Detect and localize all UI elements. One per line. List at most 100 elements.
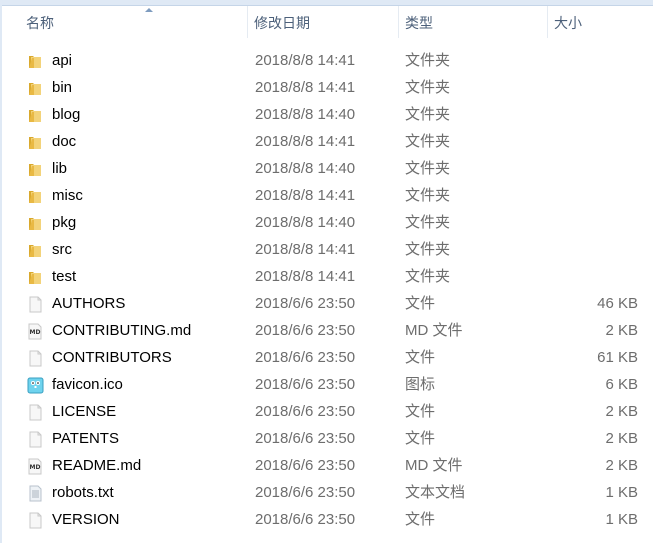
text-file-icon <box>27 484 44 502</box>
file-size: 2 KB <box>605 457 638 474</box>
file-name: test <box>52 268 77 285</box>
file-name: bin <box>52 79 73 96</box>
markdown-file-icon: MD <box>27 457 44 475</box>
folder-icon <box>27 79 44 96</box>
file-name: lib <box>52 160 68 177</box>
file-type: 文件 <box>405 430 436 447</box>
file-date: 2018/6/6 23:50 <box>255 511 356 528</box>
file-row[interactable]: AUTHORS 2018/6/6 23:50 文件 46 KB <box>0 290 653 317</box>
column-header: 名称 修改日期 类型 大小 <box>2 6 653 38</box>
file-icon <box>27 349 44 367</box>
file-row[interactable]: LICENSE 2018/6/6 23:50 文件 2 KB <box>0 398 653 425</box>
file-type: 文件夹 <box>405 241 451 258</box>
file-row[interactable]: doc 2018/8/8 14:41 文件夹 <box>0 128 653 155</box>
file-icon <box>27 403 44 421</box>
file-name: src <box>52 241 72 258</box>
file-row[interactable]: bin 2018/8/8 14:41 文件夹 <box>0 74 653 101</box>
file-size: 46 KB <box>597 295 638 312</box>
folder-icon <box>27 214 44 231</box>
file-size: 1 KB <box>605 484 638 501</box>
file-name: CONTRIBUTING.md <box>52 322 192 339</box>
file-type: 文件夹 <box>405 214 451 231</box>
file-date: 2018/8/8 14:41 <box>255 241 356 258</box>
file-type: 文件夹 <box>405 187 451 204</box>
file-date: 2018/8/8 14:40 <box>255 214 356 231</box>
file-date: 2018/6/6 23:50 <box>255 457 356 474</box>
file-date: 2018/6/6 23:50 <box>255 376 356 393</box>
column-label: 大小 <box>554 15 582 31</box>
file-row[interactable]: test 2018/8/8 14:41 文件夹 <box>0 263 653 290</box>
file-name: VERSION <box>52 511 120 528</box>
file-name: misc <box>52 187 83 204</box>
markdown-file-icon: MD <box>27 322 44 340</box>
file-row[interactable]: CONTRIBUTORS 2018/6/6 23:50 文件 61 KB <box>0 344 653 371</box>
file-row[interactable]: src 2018/8/8 14:41 文件夹 <box>0 236 653 263</box>
file-type: MD 文件 <box>405 322 463 339</box>
file-date: 2018/8/8 14:41 <box>255 52 356 69</box>
file-row[interactable]: favicon.ico 2018/6/6 23:50 图标 6 KB <box>0 371 653 398</box>
folder-icon <box>27 268 44 285</box>
file-date: 2018/8/8 14:41 <box>255 187 356 204</box>
file-row[interactable]: VERSION 2018/6/6 23:50 文件 1 KB <box>0 506 653 533</box>
file-date: 2018/8/8 14:40 <box>255 106 356 123</box>
file-type: 文件 <box>405 511 436 528</box>
file-row[interactable]: misc 2018/8/8 14:41 文件夹 <box>0 182 653 209</box>
folder-icon <box>27 241 44 258</box>
file-name: AUTHORS <box>52 295 126 312</box>
file-row[interactable]: MD README.md 2018/6/6 23:50 MD 文件 2 KB <box>0 452 653 479</box>
column-header-type[interactable]: 类型 <box>399 6 548 38</box>
file-type: 文件夹 <box>405 160 451 177</box>
file-row[interactable]: PATENTS 2018/6/6 23:50 文件 2 KB <box>0 425 653 452</box>
file-date: 2018/6/6 23:50 <box>255 403 356 420</box>
column-header-name[interactable]: 名称 <box>20 6 248 38</box>
column-header-date[interactable]: 修改日期 <box>248 6 399 38</box>
file-date: 2018/6/6 23:50 <box>255 349 356 366</box>
column-label: 修改日期 <box>254 15 310 31</box>
gopher-icon <box>27 376 44 394</box>
file-name: favicon.ico <box>52 376 123 393</box>
file-date: 2018/6/6 23:50 <box>255 295 356 312</box>
folder-icon <box>27 160 44 177</box>
file-icon <box>27 430 44 448</box>
column-label: 名称 <box>26 15 54 31</box>
folder-icon <box>27 133 44 150</box>
file-type: 文件夹 <box>405 133 451 150</box>
file-row[interactable]: api 2018/8/8 14:41 文件夹 <box>0 47 653 74</box>
file-row[interactable]: lib 2018/8/8 14:40 文件夹 <box>0 155 653 182</box>
file-type: MD 文件 <box>405 457 463 474</box>
file-type: 图标 <box>405 376 436 393</box>
file-row[interactable]: robots.txt 2018/6/6 23:50 文本文档 1 KB <box>0 479 653 506</box>
sort-ascending-icon <box>145 8 153 12</box>
file-date: 2018/8/8 14:41 <box>255 79 356 96</box>
folder-icon <box>27 187 44 204</box>
file-size: 2 KB <box>605 403 638 420</box>
svg-text:MD: MD <box>30 329 41 336</box>
file-name: LICENSE <box>52 403 117 420</box>
file-list: api 2018/8/8 14:41 文件夹 bin 2018/8/8 14:4… <box>0 47 653 533</box>
file-name: pkg <box>52 214 77 231</box>
column-label: 类型 <box>405 15 433 31</box>
file-row[interactable]: pkg 2018/8/8 14:40 文件夹 <box>0 209 653 236</box>
file-type: 文件夹 <box>405 79 451 96</box>
file-name: README.md <box>52 457 142 474</box>
file-date: 2018/8/8 14:41 <box>255 268 356 285</box>
file-size: 61 KB <box>597 349 638 366</box>
svg-text:MD: MD <box>30 464 41 471</box>
file-date: 2018/6/6 23:50 <box>255 484 356 501</box>
file-size: 1 KB <box>605 511 638 528</box>
file-name: robots.txt <box>52 484 114 501</box>
file-date: 2018/6/6 23:50 <box>255 430 356 447</box>
file-name: PATENTS <box>52 430 119 447</box>
file-name: blog <box>52 106 81 123</box>
file-row[interactable]: MD CONTRIBUTING.md 2018/6/6 23:50 MD 文件 … <box>0 317 653 344</box>
file-icon <box>27 511 44 529</box>
file-type: 文件夹 <box>405 268 451 285</box>
file-type: 文本文档 <box>405 484 466 501</box>
file-type: 文件夹 <box>405 106 451 123</box>
file-type: 文件夹 <box>405 52 451 69</box>
file-type: 文件 <box>405 349 436 366</box>
folder-icon <box>27 52 44 69</box>
file-date: 2018/8/8 14:40 <box>255 160 356 177</box>
column-header-size[interactable]: 大小 <box>548 6 653 38</box>
file-row[interactable]: blog 2018/8/8 14:40 文件夹 <box>0 101 653 128</box>
